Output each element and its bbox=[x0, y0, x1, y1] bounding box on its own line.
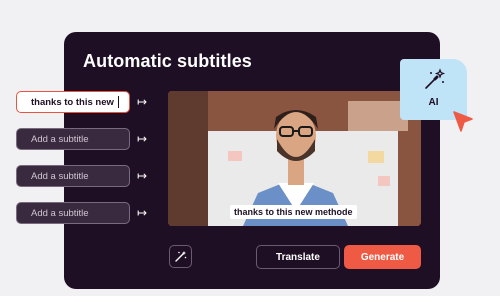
generate-button[interactable]: Generate bbox=[344, 245, 421, 269]
subtitle-input-4[interactable]: Add a subtitle bbox=[16, 202, 130, 224]
magic-wand-icon bbox=[424, 68, 445, 89]
panel-title: Automatic subtitles bbox=[83, 51, 252, 71]
magic-wand-button[interactable] bbox=[169, 245, 192, 268]
subtitle-input-3[interactable]: Add a subtitle bbox=[16, 165, 130, 187]
text-caret bbox=[117, 96, 119, 108]
subtitle-input-1[interactable]: thanks to this new bbox=[16, 91, 130, 113]
subtitle-input-3-placeholder: Add a subtitle bbox=[31, 170, 89, 182]
pointer-cursor-icon bbox=[452, 110, 474, 139]
arrow-right-icon: ↦ bbox=[137, 95, 148, 109]
arrow-right-icon: ↦ bbox=[137, 169, 148, 183]
ai-label: AI bbox=[428, 97, 439, 108]
subtitle-input-4-placeholder: Add a subtitle bbox=[31, 207, 89, 219]
subtitle-input-2[interactable]: Add a subtitle bbox=[16, 128, 130, 150]
magic-wand-icon bbox=[175, 251, 187, 262]
subtitle-input-1-value: thanks to this new bbox=[31, 96, 114, 108]
arrow-right-icon: ↦ bbox=[137, 132, 148, 146]
video-caption: thanks to this new methode bbox=[230, 205, 357, 219]
translate-button[interactable]: Translate bbox=[256, 245, 340, 269]
subtitle-input-2-placeholder: Add a subtitle bbox=[31, 133, 89, 145]
arrow-right-icon: ↦ bbox=[137, 206, 148, 220]
